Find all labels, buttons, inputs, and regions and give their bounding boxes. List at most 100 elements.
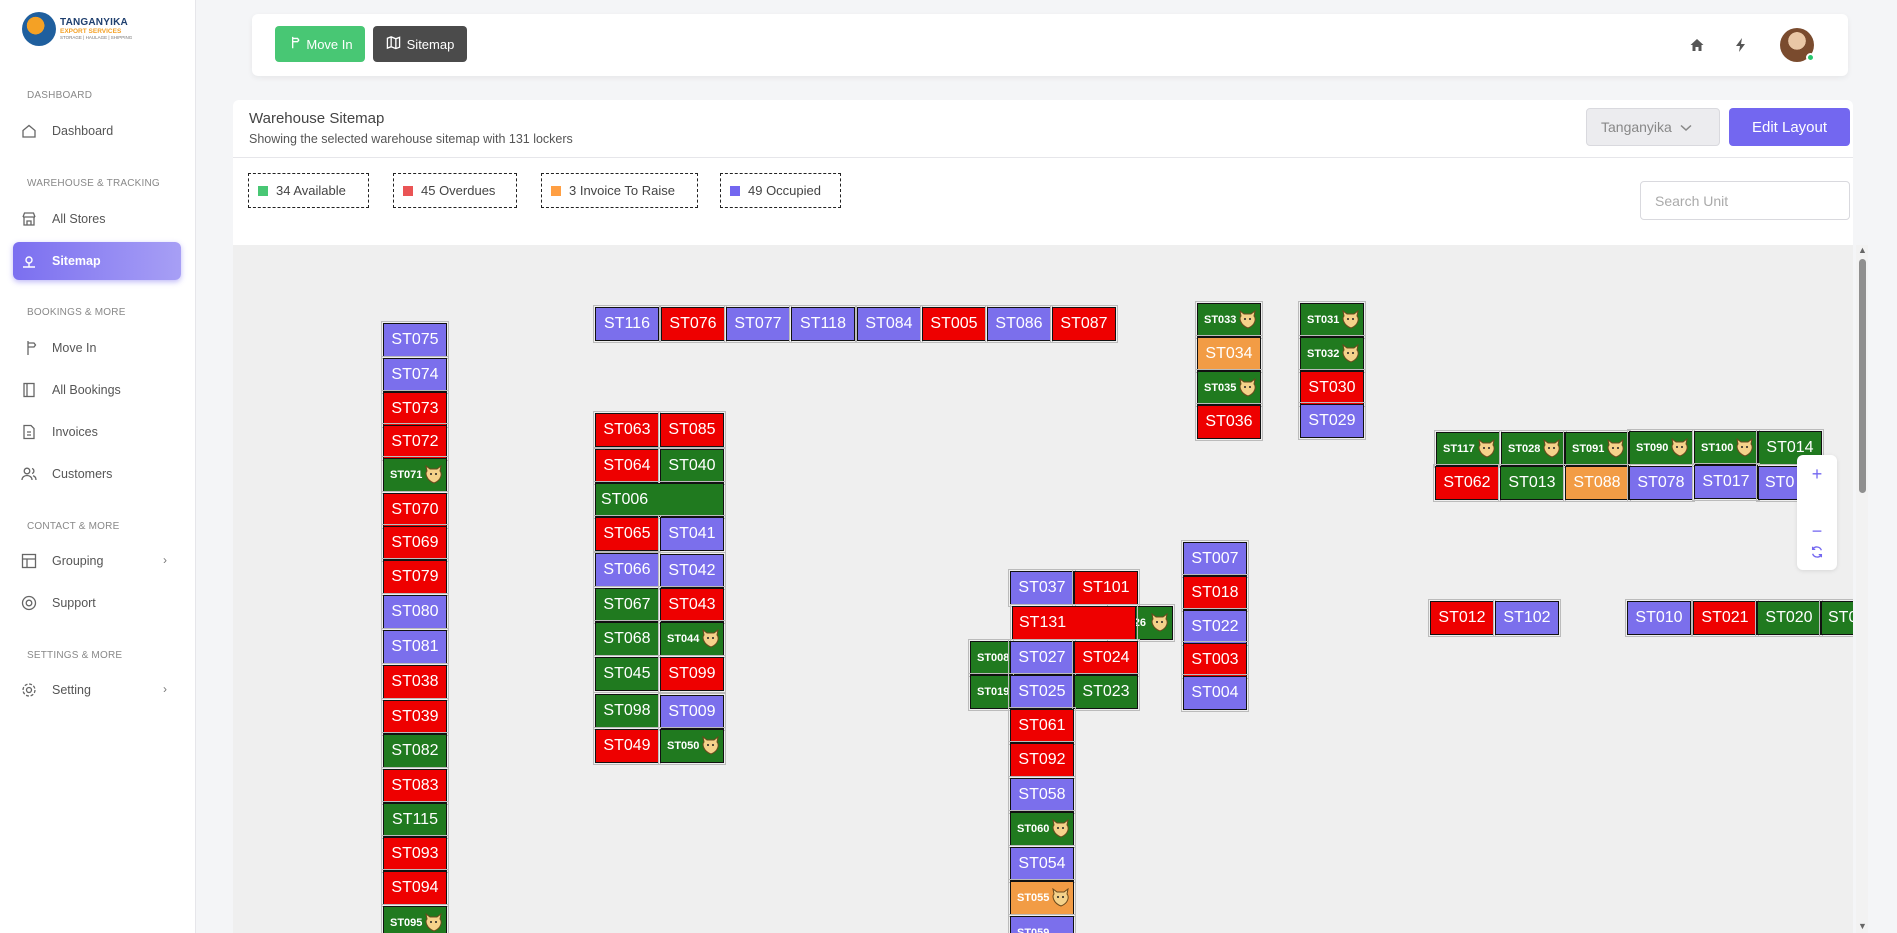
unit-st076[interactable]: ST076: [659, 305, 727, 343]
unit-st074[interactable]: ST074: [381, 356, 449, 394]
sitemap-button[interactable]: Sitemap: [373, 26, 467, 62]
unit-st030[interactable]: ST030: [1298, 369, 1366, 407]
legend-overdues[interactable]: 45 Overdues: [393, 173, 517, 208]
sidebar-item-invoices[interactable]: Invoices: [13, 413, 181, 451]
unit-st039[interactable]: ST039: [381, 698, 449, 736]
unit-st003[interactable]: ST003: [1181, 641, 1249, 679]
unit-st019[interactable]: ST019: [968, 673, 1014, 711]
unit-st031[interactable]: ST031: [1298, 301, 1366, 339]
unit-st068[interactable]: ST068: [593, 620, 661, 658]
unit-st040[interactable]: ST040: [658, 447, 726, 485]
unit-st066[interactable]: ST066: [593, 551, 661, 589]
scroll-down-icon[interactable]: ▼: [1858, 921, 1867, 931]
unit-st037[interactable]: ST037: [1008, 569, 1076, 607]
unit-st045[interactable]: ST045: [593, 655, 661, 693]
unit-st033[interactable]: ST033: [1195, 301, 1263, 339]
scroll-up-icon[interactable]: ▲: [1858, 245, 1867, 255]
unit-st008[interactable]: ST008: [968, 639, 1014, 677]
unit-st0-partial-b[interactable]: ST0: [1819, 599, 1853, 637]
unit-st118[interactable]: ST118: [789, 305, 857, 343]
unit-st094[interactable]: ST094: [381, 869, 449, 907]
sidebar-item-customers[interactable]: Customers: [13, 455, 181, 493]
unit-st069[interactable]: ST069: [381, 524, 449, 562]
sidebar-item-setting[interactable]: Setting ›: [13, 671, 181, 709]
unit-st093[interactable]: ST093: [381, 835, 449, 873]
sidebar-item-support[interactable]: Support: [13, 584, 181, 622]
unit-st065[interactable]: ST065: [593, 515, 661, 553]
unit-st036[interactable]: ST036: [1195, 403, 1263, 441]
sidebar-item-dashboard[interactable]: Dashboard: [13, 112, 181, 150]
unit-st024[interactable]: ST024: [1072, 639, 1140, 677]
unit-st012[interactable]: ST012: [1428, 599, 1496, 637]
unit-st102[interactable]: ST102: [1493, 599, 1561, 637]
unit-st067[interactable]: ST067: [593, 586, 661, 624]
unit-st050[interactable]: ST050: [658, 727, 726, 765]
unit-st115[interactable]: ST115: [381, 801, 449, 839]
unit-st088[interactable]: ST088: [1563, 464, 1631, 502]
unit-st013[interactable]: ST013: [1498, 464, 1566, 502]
sidebar-item-all-stores[interactable]: All Stores: [13, 200, 181, 238]
unit-st131[interactable]: ST131: [1010, 604, 1138, 642]
unit-st020[interactable]: ST020: [1755, 599, 1823, 637]
sidebar-item-all-bookings[interactable]: All Bookings: [13, 371, 181, 409]
canvas-scrollbar[interactable]: ▲ ▼: [1856, 245, 1868, 933]
unit-st041[interactable]: ST041: [658, 515, 726, 553]
unit-st044[interactable]: ST044: [658, 620, 726, 658]
unit-st009[interactable]: ST009: [658, 693, 726, 731]
unit-st034[interactable]: ST034: [1195, 335, 1263, 373]
unit-st090[interactable]: ST090: [1627, 429, 1695, 467]
unit-st054[interactable]: ST054: [1008, 845, 1076, 883]
unit-st004[interactable]: ST004: [1181, 674, 1249, 712]
unit-st035[interactable]: ST035: [1195, 369, 1263, 407]
unit-st071[interactable]: ST071: [381, 456, 449, 494]
unit-st060[interactable]: ST060: [1008, 810, 1076, 848]
unit-st070[interactable]: ST070: [381, 491, 449, 529]
unit-st005[interactable]: ST005: [920, 305, 988, 343]
unit-st055[interactable]: ST055: [1008, 879, 1076, 917]
unit-st017[interactable]: ST017: [1692, 463, 1760, 501]
move-in-button[interactable]: Move In: [275, 26, 365, 62]
warehouse-select[interactable]: Tanganyika: [1586, 108, 1720, 146]
unit-st079[interactable]: ST079: [381, 558, 449, 596]
unit-st058[interactable]: ST058: [1008, 776, 1076, 814]
unit-st098[interactable]: ST098: [593, 692, 661, 730]
unit-st007[interactable]: ST007: [1181, 540, 1249, 578]
unit-st084[interactable]: ST084: [855, 305, 923, 343]
legend-invoice-to-raise[interactable]: 3 Invoice To Raise: [541, 173, 698, 208]
unit-st092[interactable]: ST092: [1008, 741, 1076, 779]
unit-st023[interactable]: ST023: [1072, 673, 1140, 711]
lightning-icon[interactable]: [1730, 34, 1752, 56]
unit-st085[interactable]: ST085: [658, 411, 726, 449]
avatar[interactable]: [1780, 28, 1815, 62]
unit-st062[interactable]: ST062: [1433, 464, 1501, 502]
unit-st100[interactable]: ST100: [1692, 429, 1760, 467]
unit-st072[interactable]: ST072: [381, 423, 449, 461]
unit-st049[interactable]: ST049: [593, 727, 661, 765]
unit-st117[interactable]: ST117: [1434, 430, 1502, 468]
search-unit-input[interactable]: [1640, 181, 1850, 220]
unit-st028[interactable]: ST028: [1499, 430, 1567, 468]
unit-st029[interactable]: ST029: [1298, 402, 1366, 440]
home-icon[interactable]: [1686, 34, 1708, 56]
brand-logo[interactable]: TANGANYIKA EXPORT SERVICES STORAGE | HAU…: [22, 12, 142, 46]
unit-st082[interactable]: ST082: [381, 732, 449, 770]
unit-st064[interactable]: ST064: [593, 447, 661, 485]
edit-layout-button[interactable]: Edit Layout: [1729, 108, 1850, 146]
unit-st022[interactable]: ST022: [1181, 608, 1249, 646]
unit-st025[interactable]: ST025: [1008, 673, 1076, 711]
unit-st087[interactable]: ST087: [1050, 305, 1118, 343]
sidebar-item-move-in[interactable]: Move In: [13, 329, 181, 367]
unit-st043[interactable]: ST043: [658, 586, 726, 624]
unit-st006[interactable]: ST006: [593, 481, 726, 519]
unit-st101[interactable]: ST101: [1072, 569, 1140, 607]
unit-st061[interactable]: ST061: [1008, 707, 1076, 745]
unit-st021[interactable]: ST021: [1691, 599, 1759, 637]
unit-st073[interactable]: ST073: [381, 390, 449, 428]
unit-st032[interactable]: ST032: [1298, 335, 1366, 373]
legend-occupied[interactable]: 49 Occupied: [720, 173, 841, 208]
sidebar-item-sitemap[interactable]: Sitemap: [13, 242, 181, 280]
unit-st075[interactable]: ST075: [381, 321, 449, 359]
unit-st086[interactable]: ST086: [985, 305, 1053, 343]
sitemap-canvas[interactable]: ST075 ST074 ST073 ST072 ST071 ST070 ST06…: [233, 245, 1853, 933]
unit-st080[interactable]: ST080: [381, 593, 449, 631]
